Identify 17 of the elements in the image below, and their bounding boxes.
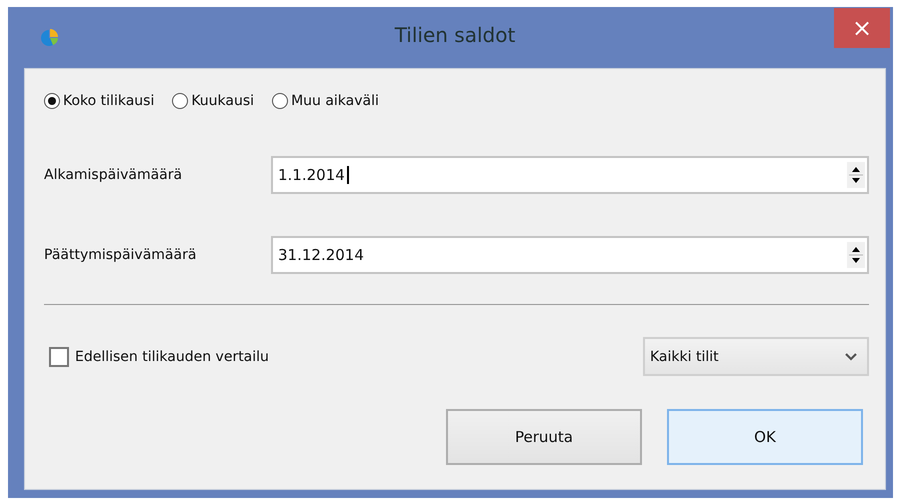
dialog-button[interactable]: OK: [667, 409, 863, 465]
date-field[interactable]: 31.12.2014: [271, 236, 869, 274]
window-title: Tilien saldot: [394, 23, 516, 47]
spinner-icon[interactable]: [847, 162, 865, 188]
radio-button[interactable]: Muu aikaväli: [272, 89, 379, 113]
dialog-button[interactable]: Peruuta: [446, 409, 642, 465]
checkbox[interactable]: Edellisen tilikauden vertailu: [49, 346, 269, 366]
date-field[interactable]: 1.1.2014: [271, 156, 869, 194]
spinner-icon[interactable]: [847, 242, 865, 268]
chevron-icon: [845, 352, 857, 360]
radio-button[interactable]: Kuukausi: [172, 89, 254, 113]
radio-button[interactable]: Koko tilikausi: [44, 89, 154, 113]
close-button[interactable]: ×: [834, 8, 890, 48]
field-label: Alkamispäivämäärä: [44, 167, 184, 183]
pie-chart-icon: [38, 27, 60, 49]
field-label: Päättymispäivämäärä: [44, 247, 198, 263]
accounts-dropdown[interactable]: Kaikki tilit: [643, 337, 869, 376]
